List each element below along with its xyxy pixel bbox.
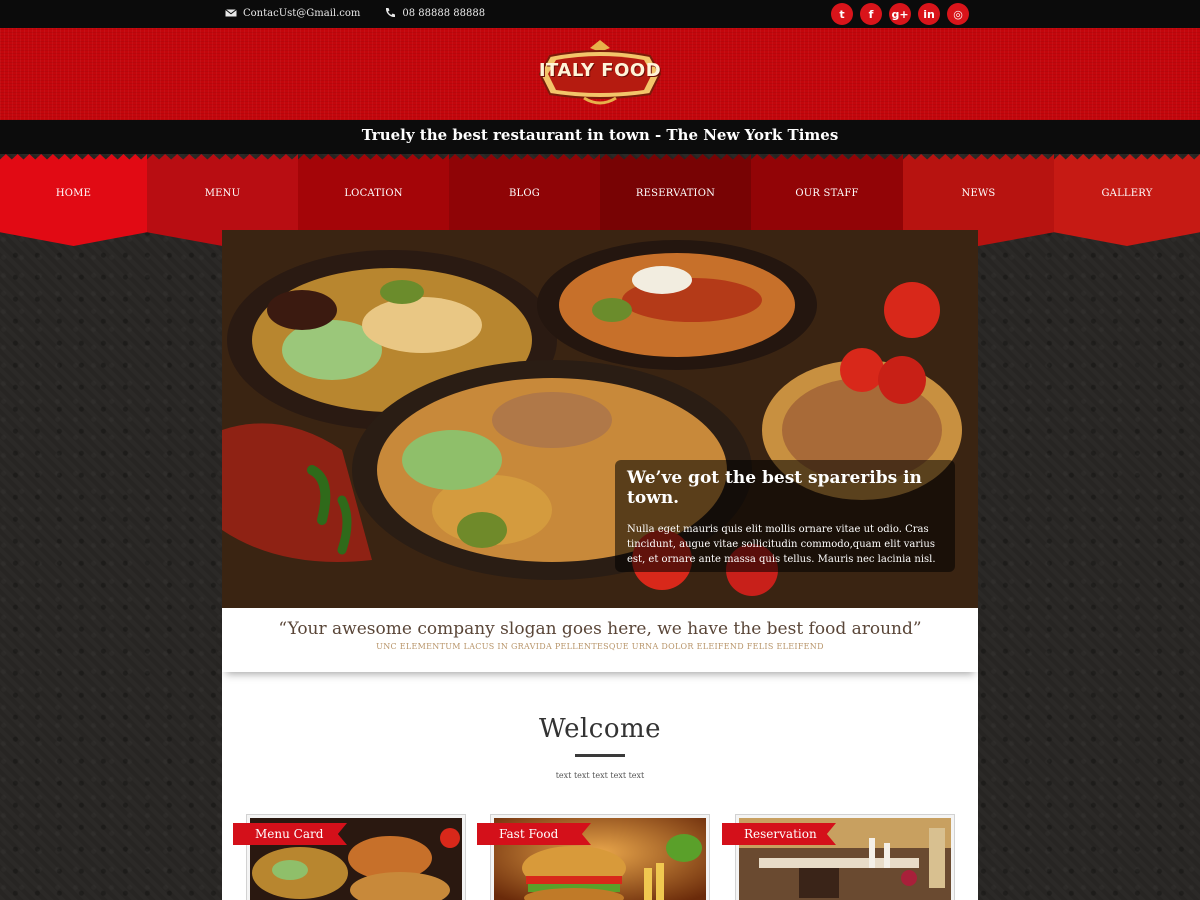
welcome-title: Welcome (538, 714, 662, 744)
welcome-subtext: text text text text text (555, 771, 645, 780)
hero-caption: We’ve got the best spareribs in town. Nu… (615, 460, 955, 572)
main-content: We’ve got the best spareribs in town. Nu… (222, 230, 978, 900)
phone-icon (386, 8, 396, 18)
site-header: ITALY FOOD (0, 28, 1200, 120)
hero-caption-title: We’ve got the best spareribs in town. (627, 468, 922, 508)
contact-info: ContacUst@Gmail.com 08 88888 88888 (225, 7, 485, 19)
contact-phone[interactable]: 08 88888 88888 (402, 8, 485, 19)
hero-slider[interactable]: We’ve got the best spareribs in town. Nu… (222, 230, 978, 608)
card-ribbon: Reservation (722, 823, 836, 845)
tagline-bar: Truely the best restaurant in town - The… (0, 120, 1200, 154)
linkedin-icon[interactable]: in (918, 3, 940, 25)
slogan-box: “Your awesome company slogan goes here, … (222, 608, 978, 672)
google-plus-icon[interactable]: g+ (889, 3, 911, 25)
logo-text: ITALY FOOD (538, 60, 662, 81)
card-reservation[interactable]: Reservation (722, 814, 955, 900)
welcome-section: Welcome text text text text text (222, 714, 978, 780)
slogan-subtext: UNC ELEMENTUM LACUS IN GRAVIDA PELLENTES… (376, 642, 824, 651)
tagline: Truely the best restaurant in town - The… (361, 126, 839, 144)
facebook-icon[interactable]: f (860, 3, 882, 25)
card-menu-card[interactable]: Menu Card (233, 814, 466, 900)
nav-item-gallery[interactable]: GALLERY (1054, 154, 1200, 246)
envelope-icon (225, 9, 237, 17)
social-links: t f g+ in ◎ (831, 3, 969, 25)
card-ribbon: Menu Card (233, 823, 347, 845)
hero-caption-text: Nulla eget mauris quis elit mollis ornar… (627, 524, 936, 565)
contact-email[interactable]: ContacUst@Gmail.com (243, 8, 360, 19)
top-bar: ContacUst@Gmail.com 08 88888 88888 t f g… (0, 0, 1200, 28)
welcome-divider (575, 754, 625, 757)
slogan-text: “Your awesome company slogan goes here, … (278, 619, 922, 639)
logo[interactable]: ITALY FOOD (536, 38, 664, 108)
card-fast-food[interactable]: Fast Food (477, 814, 710, 900)
twitter-icon[interactable]: t (831, 3, 853, 25)
nav-item-home[interactable]: HOME (0, 154, 147, 246)
card-ribbon: Fast Food (477, 823, 591, 845)
instagram-icon[interactable]: ◎ (947, 3, 969, 25)
